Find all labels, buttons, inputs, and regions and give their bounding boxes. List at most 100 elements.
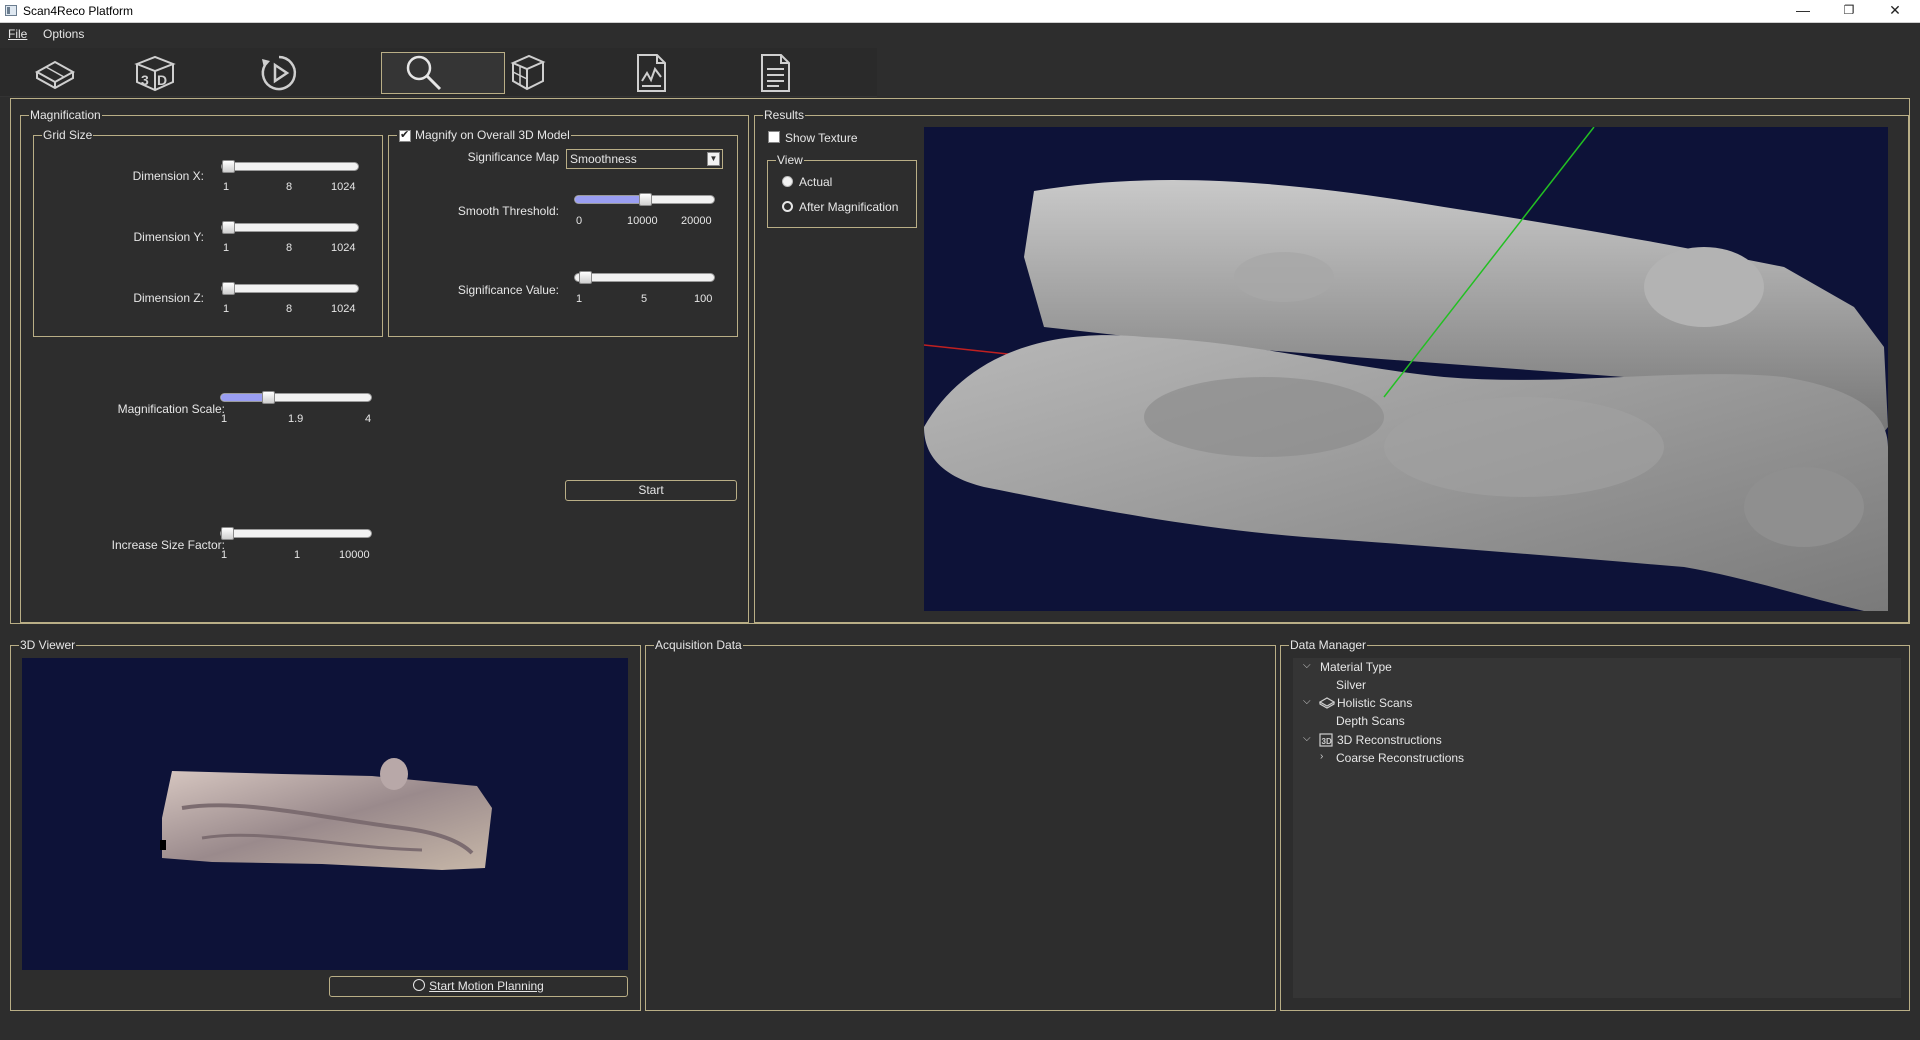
magnification-scale-slider[interactable] — [220, 391, 372, 404]
3d-icon: 3 D — [134, 55, 176, 92]
increase-size-handle[interactable] — [221, 527, 234, 540]
tree-item-holistic-scans[interactable]: Holistic Scans — [1337, 696, 1412, 710]
document-tool-button[interactable] — [720, 52, 830, 94]
svg-text:D: D — [157, 72, 167, 88]
smooth-threshold-min: 0 — [576, 215, 583, 227]
magnify-icon — [406, 55, 442, 91]
report-chart-icon — [637, 54, 666, 92]
restore-button[interactable]: ❐ — [1826, 0, 1872, 22]
dimension-z-min: 1 — [223, 303, 230, 315]
significance-value-max: 100 — [694, 293, 713, 305]
tree-item-coarse-reconstructions[interactable]: Coarse Reconstructions — [1336, 751, 1464, 765]
data-manager-tree[interactable]: ⌵ Material Type Silver ⌵ Holistic Scans … — [1293, 658, 1901, 998]
magnification-scale-max: 4 — [365, 413, 372, 425]
data-manager-panel: Data Manager ⌵ Material Type Silver ⌵ Ho… — [1280, 638, 1910, 1011]
viewer-panel: 3D Viewer Start Motion Planning — [10, 638, 641, 1011]
dimension-y-value: 8 — [286, 242, 293, 254]
artifact-model-render — [160, 758, 492, 870]
report-chart-tool-button[interactable] — [596, 52, 706, 94]
close-button[interactable]: ✕ — [1872, 0, 1918, 22]
document-icon — [761, 54, 790, 92]
acquisition-panel: Acquisition Data — [645, 638, 1276, 1011]
significance-value-min: 1 — [576, 293, 583, 305]
start-motion-planning-button[interactable]: Start Motion Planning — [329, 976, 628, 997]
increase-size-max: 10000 — [339, 549, 370, 561]
significance-map-select[interactable]: Smoothness ▼ — [566, 149, 723, 169]
main-toolbar: 3 D — [0, 48, 877, 97]
dimension-z-label: Dimension Z: — [133, 291, 204, 305]
tree-item-silver[interactable]: Silver — [1336, 678, 1366, 692]
magnify-overall-checkbox[interactable] — [399, 128, 411, 142]
3d-tool-button[interactable]: 3 D — [100, 52, 210, 94]
start-button[interactable]: Start — [565, 480, 737, 501]
dimension-x-value: 8 — [286, 181, 293, 193]
data-manager-title: Data Manager — [1289, 638, 1368, 652]
magnification-scale-value: 1.9 — [288, 413, 304, 425]
smooth-threshold-handle[interactable] — [639, 193, 652, 206]
target-icon — [413, 979, 426, 991]
dimension-y-handle[interactable] — [222, 221, 235, 234]
menu-file[interactable]: File — [8, 27, 27, 41]
dimension-x-slider[interactable] — [221, 160, 359, 173]
results-title: Results — [763, 108, 806, 122]
view-after-label: After Magnification — [799, 200, 899, 214]
dimension-z-value: 8 — [286, 303, 293, 315]
cube-icon — [510, 54, 546, 91]
show-texture-label: Show Texture — [785, 131, 858, 145]
increase-size-min: 1 — [221, 549, 228, 561]
chevron-down-icon[interactable]: ⌵ — [1303, 660, 1311, 671]
significance-value-label: Significance Value: — [457, 283, 559, 297]
title-bar: Scan4Reco Platform — ❐ ✕ — [0, 0, 1920, 23]
view-title: View — [776, 153, 804, 167]
holistic-scan-tool-button[interactable] — [0, 52, 110, 94]
smooth-threshold-label: Smooth Threshold: — [457, 204, 559, 218]
viewer-title: 3D Viewer — [19, 638, 77, 652]
holistic-scan-icon — [34, 60, 76, 90]
window-title: Scan4Reco Platform — [23, 4, 134, 18]
acquisition-title: Acquisition Data — [654, 638, 743, 652]
dimension-z-slider[interactable] — [221, 282, 359, 295]
menu-options[interactable]: Options — [43, 27, 84, 41]
view-actual-radio[interactable] — [782, 176, 793, 187]
dimension-y-slider[interactable] — [221, 221, 359, 234]
smooth-threshold-value: 10000 — [627, 215, 658, 227]
app-icon — [5, 5, 17, 16]
magnified-model-render — [924, 127, 1888, 611]
magnification-scale-fill — [221, 394, 267, 401]
magnification-panel: Magnification Grid Size Dimension X: 1 8… — [20, 108, 749, 623]
magnification-scale-min: 1 — [221, 413, 228, 425]
chevron-right-icon[interactable]: › — [1320, 751, 1323, 762]
significance-map-value: Smoothness — [570, 152, 637, 166]
view-actual-label: Actual — [799, 175, 833, 189]
overall-model-group: Magnify on Overall 3D Model Significance… — [388, 128, 738, 337]
play-tool-button[interactable] — [224, 52, 334, 94]
dimension-z-handle[interactable] — [222, 282, 235, 295]
magnification-title: Magnification — [29, 108, 102, 122]
show-texture-checkbox[interactable] — [768, 131, 780, 143]
dimension-x-handle[interactable] — [222, 160, 235, 173]
significance-value-handle[interactable] — [579, 271, 592, 284]
significance-value-slider[interactable] — [574, 271, 715, 284]
cube-tool-button[interactable] — [472, 52, 582, 94]
results-3d-viewport[interactable] — [924, 127, 1888, 611]
view-after-radio[interactable] — [782, 201, 793, 212]
increase-size-slider[interactable] — [220, 527, 372, 540]
smooth-threshold-slider[interactable] — [574, 193, 715, 206]
tree-item-3d-reconstructions[interactable]: 3D Reconstructions — [1337, 733, 1442, 747]
chevron-down-icon[interactable]: ⌵ — [1303, 696, 1311, 707]
chevron-down-icon[interactable]: ⌵ — [1303, 733, 1311, 744]
3d-icon: 3D — [1319, 733, 1333, 747]
minimize-button[interactable]: — — [1780, 0, 1826, 22]
smooth-threshold-max: 20000 — [681, 215, 712, 227]
menu-bar: File Options — [0, 23, 1920, 45]
holistic-scan-icon — [1319, 697, 1335, 709]
dimension-x-max: 1024 — [331, 181, 356, 193]
tree-item-material-type[interactable]: Material Type — [1320, 660, 1392, 674]
play-icon — [261, 55, 297, 91]
tree-item-depth-scans[interactable]: Depth Scans — [1336, 714, 1405, 728]
magnification-scale-label: Magnification Scale: — [117, 402, 225, 416]
overall-model-title: Magnify on Overall 3D Model — [397, 128, 571, 142]
chevron-down-icon: ▼ — [707, 152, 720, 166]
magnification-scale-handle[interactable] — [262, 391, 275, 404]
viewer-3d-viewport[interactable] — [22, 658, 628, 970]
